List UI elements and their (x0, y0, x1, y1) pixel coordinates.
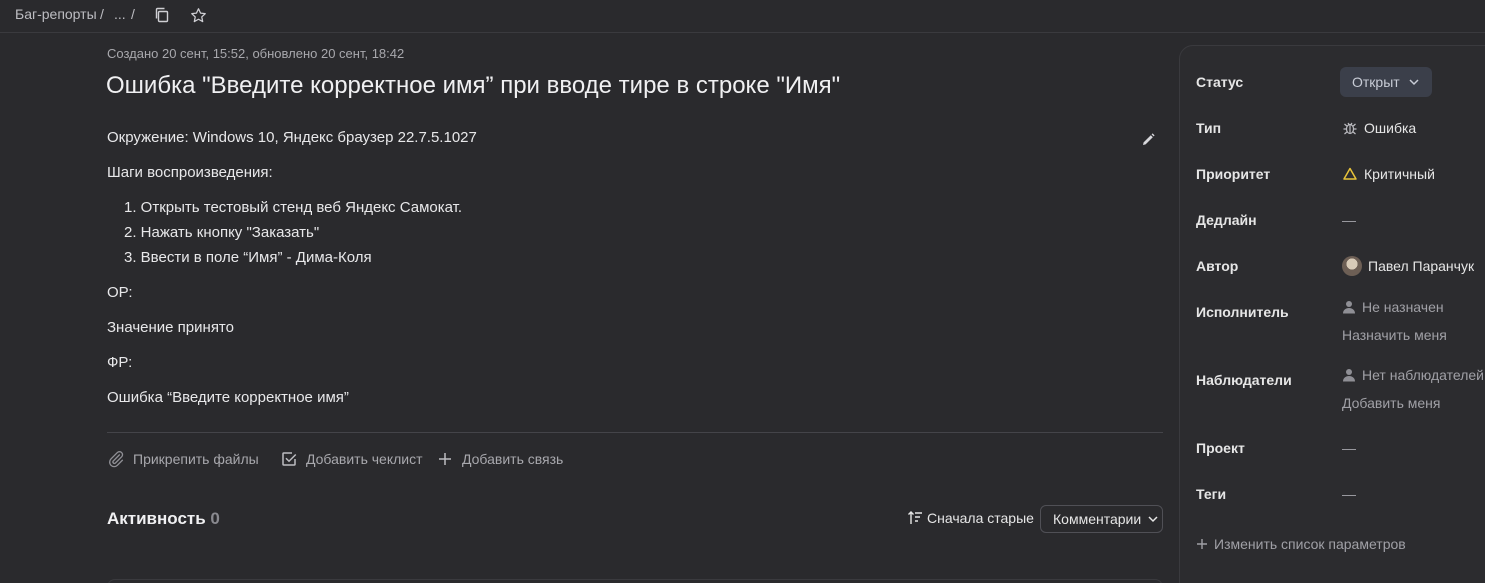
assignee-label: Исполнитель (1196, 304, 1289, 320)
sort-icon (908, 511, 922, 524)
tags-value[interactable]: — (1342, 486, 1356, 502)
person-icon (1343, 369, 1355, 382)
priority-text: Критичный (1364, 166, 1435, 182)
avatar (1342, 256, 1362, 276)
add-me-link[interactable]: Добавить меня (1342, 395, 1441, 411)
comments-filter-label: Комментарии (1053, 511, 1142, 527)
edit-params-button[interactable]: Изменить список параметров (1196, 536, 1406, 552)
issue-main: Создано 20 сент, 15:52, обновлено 20 сен… (0, 34, 1178, 583)
paperclip-icon (108, 451, 124, 468)
deadline-value[interactable]: — (1342, 212, 1356, 228)
add-link-button[interactable]: Добавить связь (436, 449, 563, 469)
issue-title[interactable]: Ошибка "Введите корректное имя” при ввод… (106, 72, 840, 100)
expected-label: ОР: (107, 284, 133, 301)
assignee-text: Не назначен (1362, 299, 1444, 315)
breadcrumb-separator: / (100, 6, 104, 22)
tags-label: Теги (1196, 486, 1227, 502)
issue-sidebar: Статус Открыт Тип Ошибка Приоритет Крити… (1179, 45, 1485, 583)
watchers-value[interactable]: Нет наблюдателей (1342, 367, 1484, 383)
activity-count: 0 (210, 509, 220, 528)
author-name: Павел Паранчук (1368, 258, 1475, 274)
type-value[interactable]: Ошибка (1342, 120, 1416, 136)
type-text: Ошибка (1364, 120, 1417, 136)
comments-filter-dropdown[interactable]: Комментарии (1040, 505, 1163, 533)
steps-heading: Шаги воспроизведения: (107, 164, 273, 181)
assign-me-link[interactable]: Назначить меня (1342, 327, 1447, 343)
step-item: 3. Ввести в поле “Имя” - Дима-Коля (124, 249, 372, 266)
author-label: Автор (1196, 258, 1239, 274)
priority-label: Приоритет (1196, 166, 1271, 182)
chevron-down-icon (1148, 516, 1158, 523)
watchers-text: Нет наблюдателей (1362, 367, 1485, 383)
assignee-value[interactable]: Не назначен (1342, 299, 1444, 315)
priority-value[interactable]: Критичный (1342, 166, 1435, 182)
breadcrumb-root[interactable]: Баг-репорты (15, 6, 97, 22)
sort-button[interactable]: Сначала старые (907, 510, 1034, 526)
star-icon[interactable] (188, 5, 208, 25)
watchers-label: Наблюдатели (1196, 372, 1292, 388)
activity-label: Активность (107, 509, 206, 528)
add-link-label: Добавить связь (462, 451, 564, 467)
chevron-down-icon (1409, 79, 1419, 86)
attach-files-label: Прикрепить файлы (133, 451, 259, 467)
sort-label: Сначала старые (927, 510, 1034, 526)
breadcrumb-ellipsis[interactable]: ... (114, 6, 126, 22)
warning-triangle-icon (1343, 167, 1357, 180)
deadline-label: Дедлайн (1196, 212, 1257, 228)
project-value[interactable]: — (1342, 440, 1356, 456)
plus-icon (1197, 539, 1207, 549)
comment-input-area[interactable] (107, 579, 1163, 583)
expected-value: Значение принято (107, 319, 234, 336)
add-checklist-label: Добавить чеклист (306, 451, 423, 467)
actual-value: Ошибка “Введите корректное имя” (107, 389, 349, 406)
bug-icon (1343, 122, 1357, 135)
edit-params-label: Изменить список параметров (1214, 536, 1406, 552)
status-label: Статус (1196, 74, 1244, 90)
top-bar: Баг-репорты / ... / (0, 0, 1485, 33)
activity-heading: Активность 0 (107, 509, 220, 529)
pencil-icon[interactable] (1140, 132, 1158, 150)
status-dropdown[interactable]: Открыт (1340, 67, 1432, 97)
plus-icon (439, 453, 451, 465)
breadcrumb-separator: / (131, 6, 135, 22)
divider (107, 432, 1163, 433)
checkbox-icon (282, 452, 297, 466)
attach-files-button[interactable]: Прикрепить файлы (107, 449, 259, 469)
project-label: Проект (1196, 440, 1245, 456)
step-item: 1. Открыть тестовый стенд веб Яндекс Сам… (124, 199, 463, 216)
add-checklist-button[interactable]: Добавить чеклист (280, 449, 423, 469)
status-value: Открыт (1352, 74, 1400, 90)
person-icon (1343, 301, 1355, 314)
step-item: 2. Нажать кнопку "Заказать" (124, 224, 320, 241)
copy-icon[interactable] (152, 5, 172, 25)
author-value[interactable]: Павел Паранчук (1342, 256, 1474, 276)
type-label: Тип (1196, 120, 1222, 136)
actual-label: ФР: (107, 354, 133, 371)
environment-text: Окружение: Windows 10, Яндекс браузер 22… (107, 129, 477, 146)
issue-meta: Создано 20 сент, 15:52, обновлено 20 сен… (107, 46, 405, 61)
